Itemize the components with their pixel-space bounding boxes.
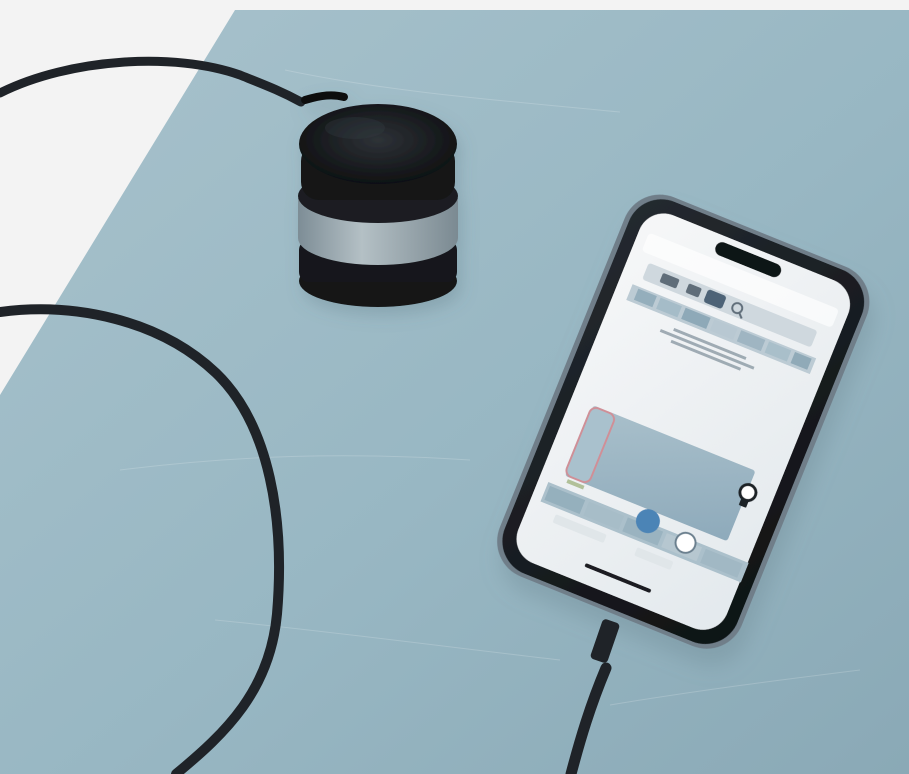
product-photo bbox=[0, 0, 909, 774]
colorimeter-device bbox=[298, 91, 458, 307]
photo-scene bbox=[0, 0, 909, 774]
